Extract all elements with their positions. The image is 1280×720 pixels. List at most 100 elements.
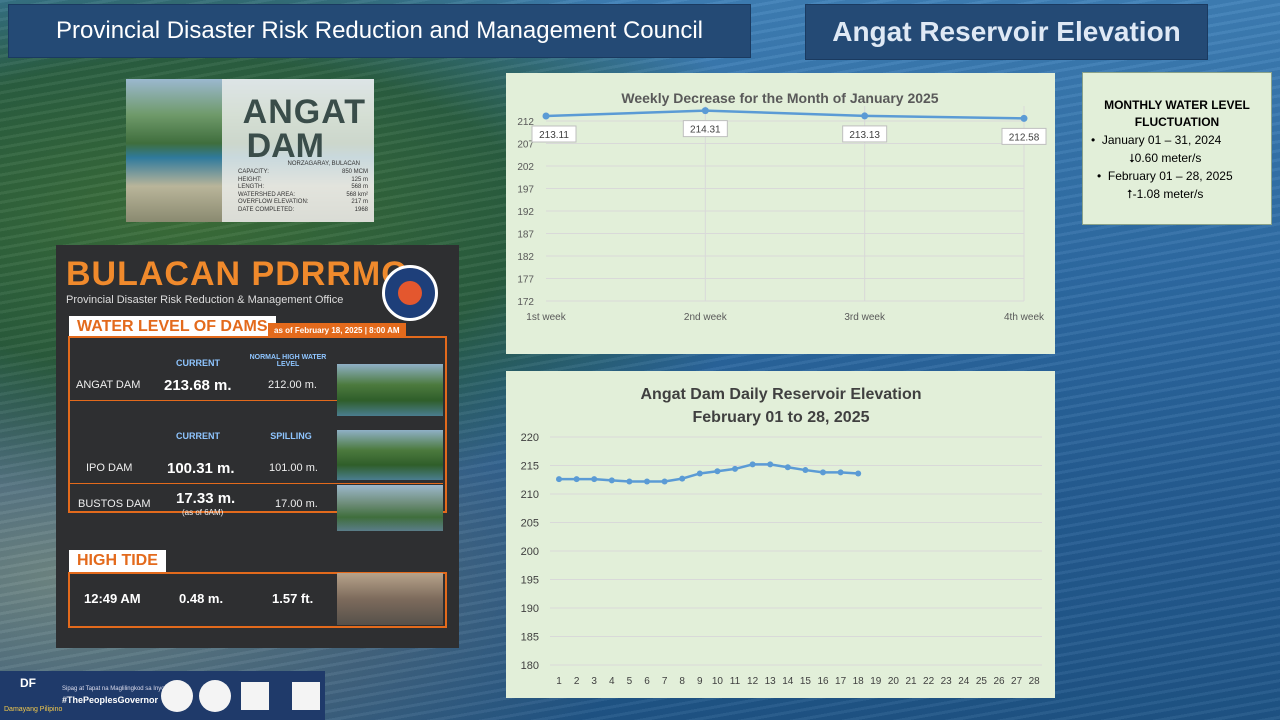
chart1-y-tick: 187	[517, 230, 534, 241]
chart2-x-tick: 5	[627, 676, 633, 687]
chart1-y-tick: 182	[517, 252, 534, 263]
fluctuation-change-2-row: ⭡-1.08 meter/s	[1127, 187, 1203, 202]
fluctuation-title: MONTHLY WATER LEVEL FLUCTUATION	[1104, 98, 1250, 129]
fluctuation-item-1: • January 01 – 31, 2024	[1091, 133, 1221, 147]
chart2-x-tick: 24	[958, 676, 970, 687]
chart2-x-tick: 2	[574, 676, 580, 687]
chart2-point	[714, 468, 721, 475]
fluctuation-change-2: -1.08 meter/s	[1132, 187, 1204, 201]
spec-row: DATE COMPLETED: 1968	[238, 206, 368, 213]
chart2-point	[855, 470, 862, 477]
chart2-x-tick: 7	[662, 676, 668, 687]
chart2-x-tick: 27	[1011, 676, 1023, 687]
chart2-x-tick: 9	[697, 676, 703, 687]
dam-photo-location: NORZAGARAY, BULACAN	[287, 161, 360, 167]
chart2-point	[802, 467, 809, 474]
monthly-fluctuation-box: MONTHLY WATER LEVEL FLUCTUATION • Januar…	[1082, 72, 1272, 225]
chart2-point	[837, 469, 844, 476]
chart2-x-tick: 11	[730, 676, 741, 687]
weekly-chart: Weekly Decrease for the Month of January…	[517, 90, 1047, 323]
chart1-y-tick: 177	[517, 275, 534, 286]
chart2-x-tick: 6	[644, 676, 650, 687]
chart2-series-line	[559, 463, 859, 483]
chart1-point	[701, 107, 709, 115]
fluctuation-change-1-row: ⭣0.60 meter/s	[1129, 151, 1201, 166]
chart2-x-tick: 17	[835, 676, 847, 687]
chart2-y-tick: 185	[521, 632, 539, 644]
chart2-point	[591, 476, 598, 483]
chart1-y-tick: 202	[517, 162, 534, 173]
chart2-x-tick: 1	[556, 676, 562, 687]
chart2-point	[626, 478, 633, 485]
chart2-y-tick: 220	[521, 432, 539, 444]
footer-hashtag: #ThePeoplesGovernor	[62, 695, 159, 705]
bullet-icon: •	[1097, 169, 1108, 183]
chart2-y-tick: 210	[521, 489, 539, 501]
chart2-point	[767, 461, 774, 468]
col-normal-high-header: NORMAL HIGH WATER LEVEL	[249, 354, 327, 368]
chart2-y-tick: 205	[521, 518, 539, 530]
chart2-x-tick: 19	[870, 676, 882, 687]
chart1-series-line	[545, 109, 1025, 120]
chart1-point	[861, 112, 869, 120]
chart1-data-label: 213.13	[849, 130, 880, 141]
chart1-data-label: 213.11	[539, 130, 569, 141]
chart2-x-tick: 16	[817, 676, 829, 687]
council-title: Provincial Disaster Risk Reduction and M…	[56, 17, 703, 44]
water-level-heading: WATER LEVEL OF DAMS	[69, 316, 276, 338]
angat-normal-value: 212.00 m.	[268, 379, 317, 391]
daily-chart-panel: Angat Dam Daily Reservoir Elevation Febru…	[506, 371, 1055, 698]
spec-row: OVERFLOW ELEVATION: 217 m	[238, 199, 368, 205]
bustos-thumb-image	[337, 485, 443, 531]
chart2-x-tick: 10	[712, 676, 724, 687]
chart2-x-tick: 4	[609, 676, 615, 687]
chart1-x-tick: 3rd week	[844, 312, 886, 323]
high-tide-heading: HIGH TIDE	[69, 550, 166, 572]
col-current-header-2: CURRENT	[176, 431, 220, 441]
row-divider	[70, 483, 443, 484]
chart1-point	[542, 112, 550, 120]
chart2-title: Angat Dam Daily Reservoir Elevation	[641, 386, 922, 403]
poster-brand: BULACAN PDRRMO	[66, 255, 409, 293]
chart2-x-tick: 21	[905, 676, 917, 687]
chart1-y-tick: 197	[517, 185, 534, 196]
chart2-x-tick: 8	[679, 676, 685, 687]
chart1-x-tick: 2nd week	[684, 312, 728, 323]
chart2-x-tick: 12	[747, 676, 759, 687]
angat-dam-photo: ANGAT DAM NORZAGARAY, BULACAN CAPACITY: 8…	[126, 79, 374, 222]
footer-tagline: Sipag at Tapat na Maglilingkod sa Inyo	[62, 686, 165, 692]
chart2-x-tick: 14	[782, 676, 794, 687]
chart2-y-tick: 195	[521, 575, 539, 587]
angat-thumb-image	[337, 364, 443, 416]
chart2-point	[820, 469, 826, 476]
chart2-x-tick: 28	[1029, 676, 1041, 687]
chart2-y-tick: 180	[521, 660, 539, 672]
poster-office: Provincial Disaster Risk Reduction & Man…	[66, 294, 344, 306]
fluctuation-period-2: February 01 – 28, 2025	[1107, 169, 1233, 183]
bustos-note: (as of 6AM)	[182, 508, 224, 517]
chart2-x-tick: 18	[853, 676, 865, 687]
daily-chart: Angat Dam Daily Reservoir Elevation Febru…	[521, 386, 1042, 687]
footer-strip: DF Damayang Pilipino Sipag at Tapat na M…	[0, 671, 325, 720]
tide-feet: 1.57 ft.	[272, 591, 314, 606]
chart2-y-tick: 200	[521, 546, 539, 558]
chart2-y-tick: 190	[521, 603, 539, 615]
chart2-x-tick: 13	[765, 676, 777, 687]
ipo-spilling-value: 101.00 m.	[269, 462, 318, 474]
df-logo: DF	[20, 676, 36, 690]
chart2-point	[749, 461, 756, 468]
ipo-current-value: 100.31 m.	[167, 460, 235, 477]
bustos-dam-label: BUSTOS DAM	[78, 498, 151, 510]
chart2-x-tick: 15	[800, 676, 812, 687]
chart1-x-tick: 1st week	[526, 312, 566, 323]
fluctuation-period-1: January 01 – 31, 2024	[1101, 133, 1222, 147]
chart2-y-tick: 215	[521, 461, 539, 473]
bustos-spilling-value: 17.00 m.	[275, 498, 318, 510]
pdrrmo-seal-icon	[382, 265, 438, 321]
chart2-x-tick: 3	[591, 676, 597, 687]
chart2-point	[661, 478, 668, 485]
col-current-header: CURRENT	[176, 358, 220, 368]
chart2-point	[573, 476, 580, 483]
qr-code-icon	[292, 682, 320, 710]
spec-row: WATERSHED AREA: 568 km²	[238, 191, 368, 198]
